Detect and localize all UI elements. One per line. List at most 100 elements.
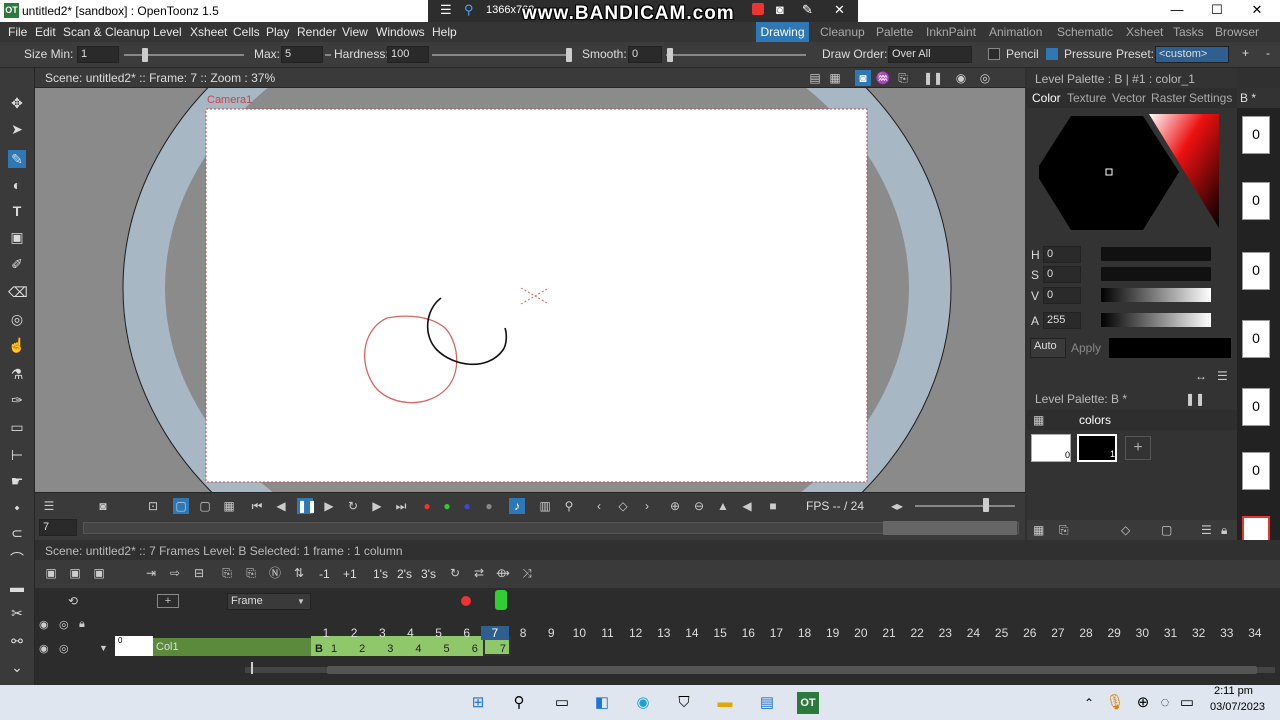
camera-icon[interactable]: ◙: [776, 2, 784, 17]
store-icon[interactable]: ⛉: [673, 692, 695, 714]
onion-skin-marker[interactable]: [461, 596, 471, 606]
auto-apply-toggle[interactable]: Auto: [1030, 338, 1066, 358]
zoom-out-icon[interactable]: ⊖: [691, 498, 707, 514]
frame-slider-handle[interactable]: [883, 521, 1017, 535]
increase-step-button[interactable]: +1: [343, 567, 357, 581]
bg-black-icon[interactable]: ▢: [197, 498, 213, 514]
palette-view-icon[interactable]: ▦: [1033, 523, 1044, 537]
room-schematic[interactable]: Schematic: [1057, 25, 1113, 39]
pen-icon[interactable]: ✎: [802, 2, 813, 18]
notepad-icon[interactable]: ▤: [756, 692, 778, 714]
reset-view-icon[interactable]: ■: [765, 498, 781, 514]
recorder-close-icon[interactable]: ✕: [834, 2, 845, 18]
camera-view-icon[interactable]: ◙: [855, 70, 871, 86]
xsheet-cell[interactable]: 2: [348, 640, 376, 658]
lock-all-icon[interactable]: 🔒︎: [79, 618, 85, 631]
frame-number[interactable]: 24: [959, 626, 987, 640]
level-strip-selected-frame[interactable]: [1242, 516, 1270, 542]
channel-a-slider[interactable]: [1101, 313, 1211, 327]
control-point-editor-icon[interactable]: ⊢: [8, 446, 26, 464]
fill-tool-icon[interactable]: ▣: [8, 228, 26, 246]
frame-number[interactable]: 26: [1016, 626, 1044, 640]
frame-number[interactable]: 32: [1185, 626, 1213, 640]
frame-number[interactable]: 28: [1072, 626, 1100, 640]
skeleton-tool-icon[interactable]: ⚯: [8, 632, 26, 650]
close-button[interactable]: ✕: [1240, 2, 1274, 20]
menu-render[interactable]: Render: [297, 25, 336, 39]
start-icon[interactable]: ⊞: [467, 692, 489, 714]
frame-number[interactable]: 20: [847, 626, 875, 640]
frame-number[interactable]: 34: [1241, 626, 1269, 640]
new-toonz-raster-level-icon[interactable]: ▣: [67, 565, 83, 581]
rgb-picker-icon[interactable]: ✑: [8, 391, 26, 409]
fps-stepper-icon[interactable]: ◂▸: [889, 498, 905, 514]
tab-color[interactable]: Color: [1032, 91, 1061, 105]
preset-select[interactable]: <custom>: [1155, 46, 1229, 63]
grid-icon[interactable]: ▦: [827, 70, 843, 86]
lock-icon[interactable]: 🔒︎: [1221, 523, 1227, 538]
frame-number[interactable]: 33: [1213, 626, 1241, 640]
renumber-icon[interactable]: Ⓝ: [267, 565, 283, 581]
style-chip-0[interactable]: 0: [1031, 434, 1071, 462]
frame-number[interactable]: 3: [368, 626, 396, 640]
more-tools-icon[interactable]: ⌄: [8, 658, 26, 676]
pencil-checkbox[interactable]: [988, 48, 1000, 60]
level-strip-frame[interactable]: 0: [1242, 182, 1270, 220]
smooth-field[interactable]: 0: [628, 46, 662, 63]
column-preview-icon[interactable]: ◉: [39, 642, 49, 655]
menu-scan-cleanup[interactable]: Scan & Cleanup: [63, 25, 150, 39]
red-channel-icon[interactable]: ●: [419, 498, 435, 514]
level-strip-frame[interactable]: 0: [1242, 320, 1270, 358]
geometric-tool-icon[interactable]: ◐: [8, 176, 26, 194]
frame-number[interactable]: 19: [819, 626, 847, 640]
selection-tool-icon[interactable]: ➤: [8, 120, 26, 138]
level-strip-frame[interactable]: 0: [1242, 388, 1270, 426]
step-2-button[interactable]: 2's: [397, 567, 412, 581]
sub-camera-preview-icon[interactable]: ◎: [977, 70, 993, 86]
frame-number[interactable]: 29: [1100, 626, 1128, 640]
menu-cells[interactable]: Cells: [233, 25, 260, 39]
frame-number[interactable]: 8: [509, 626, 537, 640]
ruler-tool-icon[interactable]: ▭: [8, 418, 26, 436]
max-slider[interactable]: [325, 54, 331, 56]
room-browser[interactable]: Browser: [1215, 25, 1259, 39]
hardness-slider-handle[interactable]: [566, 48, 572, 62]
duplicate-icon[interactable]: ⎘: [219, 565, 235, 581]
taskbar-date[interactable]: 03/07/2023: [1210, 701, 1265, 713]
frame-number[interactable]: 2: [340, 626, 368, 640]
palette-menu-icon[interactable]: ☰: [1201, 523, 1212, 537]
xsheet-cell[interactable]: 7: [489, 640, 517, 658]
room-xsheet[interactable]: Xsheet: [1126, 25, 1163, 39]
level-strip[interactable]: 0 0 0 0 0 0: [1237, 108, 1280, 542]
menu-file[interactable]: File: [8, 25, 27, 39]
channel-h-field[interactable]: 0: [1043, 246, 1081, 263]
task-view-icon[interactable]: ▭: [551, 692, 573, 714]
toggle-orientation-icon[interactable]: ⟲: [65, 593, 81, 609]
menu-help[interactable]: Help: [432, 25, 457, 39]
frame-number[interactable]: 10: [565, 626, 593, 640]
frame-field[interactable]: 7: [39, 519, 77, 536]
frame-number[interactable]: 30: [1128, 626, 1156, 640]
preview-icon[interactable]: ◉: [953, 70, 969, 86]
style-chip-1[interactable]: 1: [1077, 434, 1117, 462]
xsheet-scrollbar-thumb[interactable]: [327, 666, 1257, 674]
tab-raster[interactable]: Raster: [1151, 91, 1186, 105]
camera-capture-icon[interactable]: ◙: [95, 498, 111, 514]
pressure-checkbox[interactable]: [1046, 48, 1058, 60]
pinch-tool-icon[interactable]: ☛: [8, 472, 26, 490]
loop-icon[interactable]: ↻: [345, 498, 361, 514]
key-icon[interactable]: ◇: [615, 498, 631, 514]
microphone-icon[interactable]: 🎙︎: [1104, 692, 1126, 714]
hardness-field[interactable]: 100: [387, 46, 429, 63]
frame-number[interactable]: 27: [1044, 626, 1072, 640]
menu-level[interactable]: Level: [153, 25, 182, 39]
tab-vector[interactable]: Vector: [1112, 91, 1146, 105]
reframe-icon[interactable]: ⇥: [143, 565, 159, 581]
frame-number[interactable]: 14: [678, 626, 706, 640]
first-frame-icon[interactable]: ⏮: [249, 498, 265, 514]
size-min-slider-handle[interactable]: [142, 48, 148, 62]
file-explorer-icon[interactable]: ▬: [714, 692, 736, 714]
frame-slider[interactable]: [83, 522, 1019, 534]
column-name[interactable]: Col1: [153, 638, 311, 656]
tab-settings[interactable]: Settings: [1189, 91, 1232, 105]
